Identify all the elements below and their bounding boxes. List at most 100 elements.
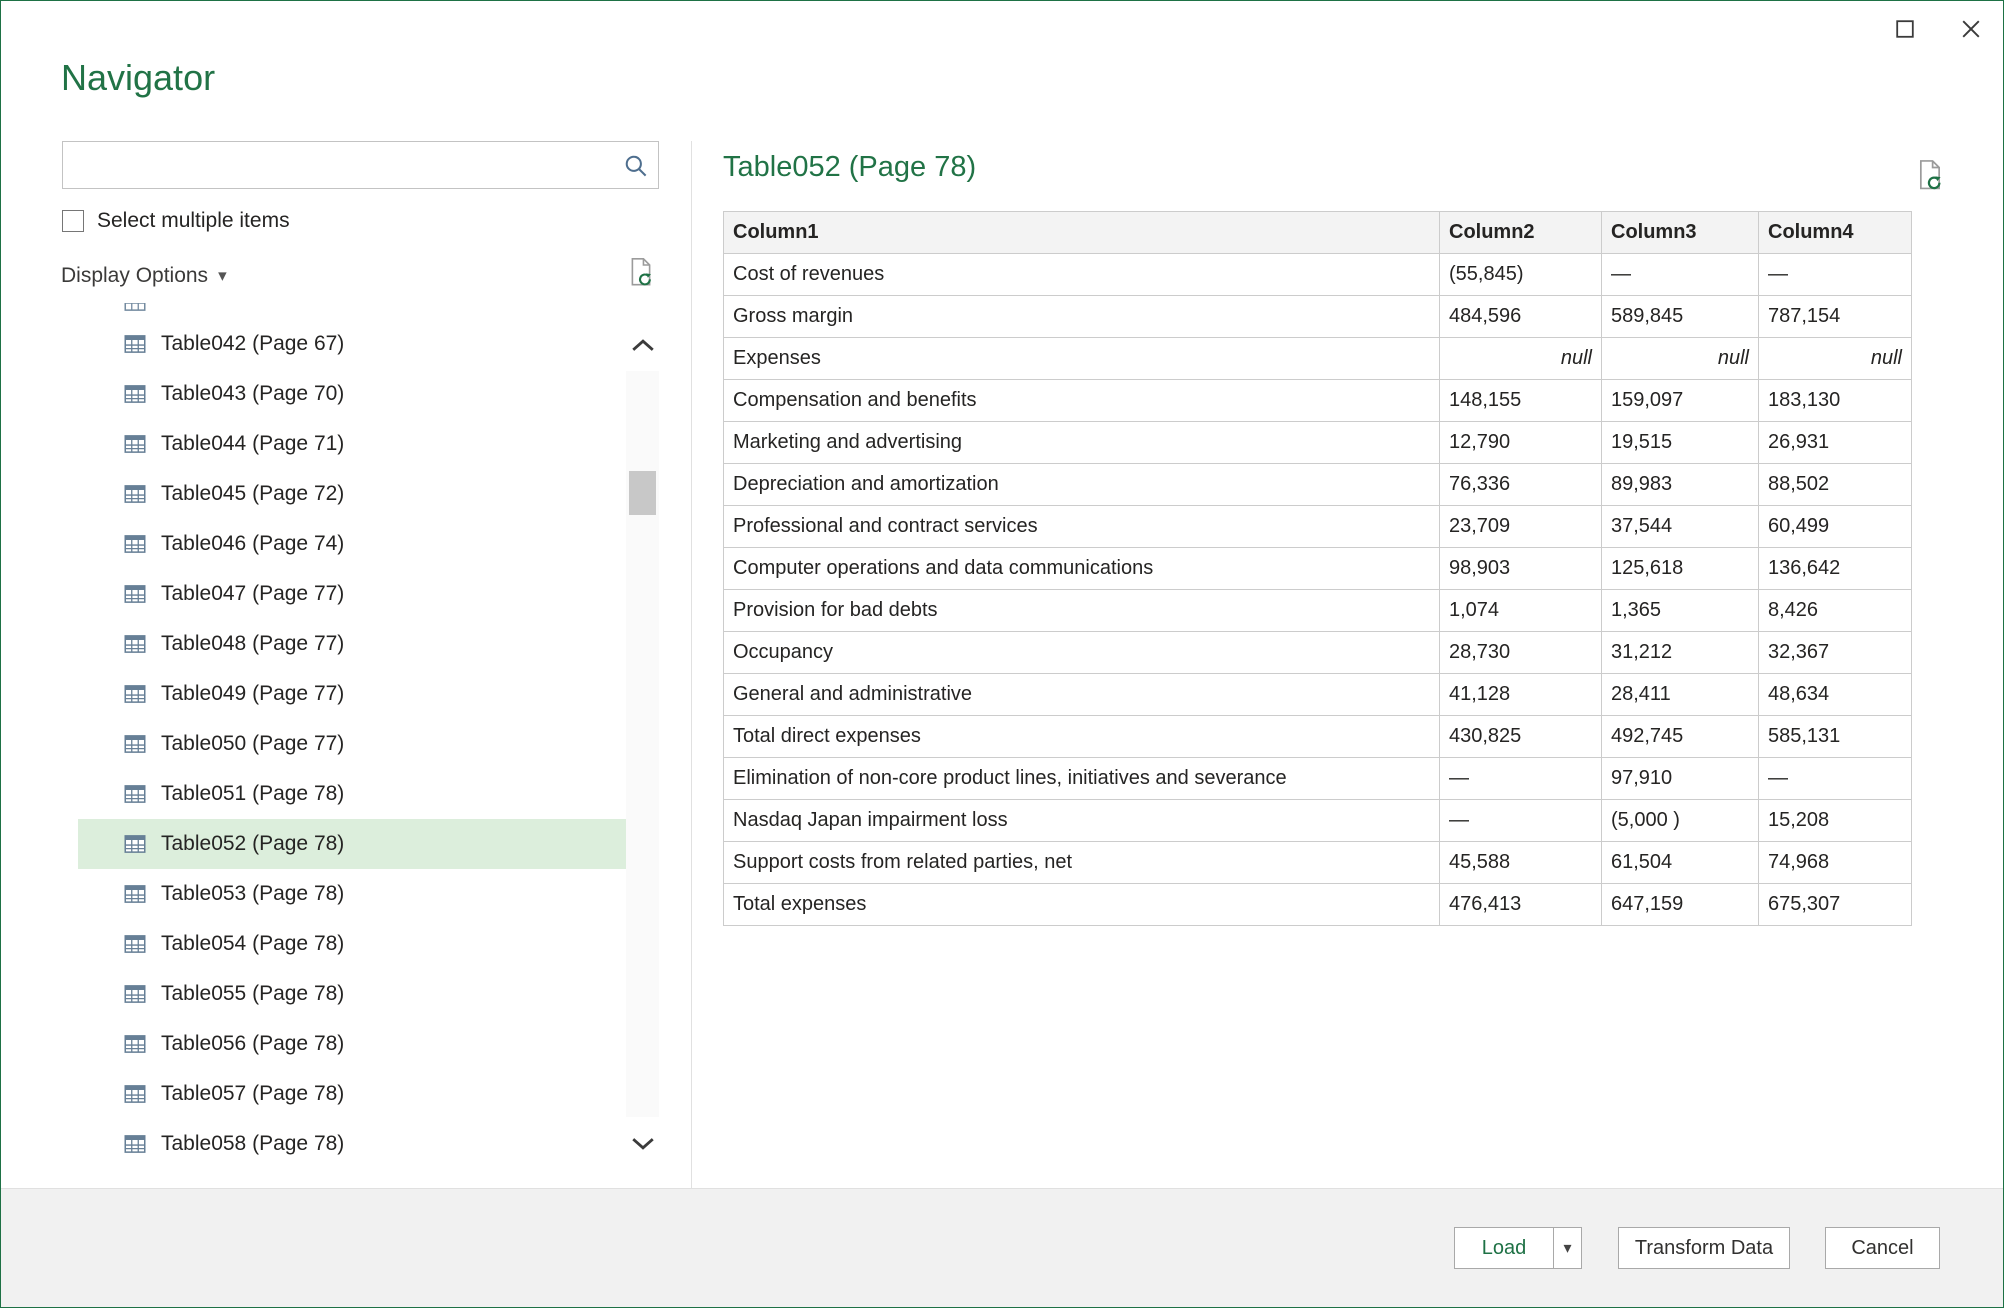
table-cell: 45,588 <box>1439 841 1602 884</box>
search-input[interactable] <box>63 142 612 188</box>
maximize-button[interactable] <box>1887 13 1923 49</box>
search-box <box>62 141 659 189</box>
table-cell: 589,845 <box>1601 295 1759 338</box>
table-cell: Provision for bad debts <box>723 589 1440 632</box>
scrollbar-thumb[interactable] <box>629 471 656 515</box>
list-item[interactable]: Table053 (Page 78) <box>78 869 626 919</box>
list-item-label: Table042 (Page 67) <box>161 332 345 355</box>
table-cell: Support costs from related parties, net <box>723 841 1440 884</box>
navigator-dialog: Navigator Select multiple items Display … <box>0 0 2004 1308</box>
table-cell: 26,931 <box>1758 421 1912 464</box>
list-item[interactable]: Table051 (Page 78) <box>78 769 626 819</box>
load-dropdown-button[interactable]: ▾ <box>1553 1227 1582 1269</box>
table-row: Provision for bad debts 1,074 1,365 8,426 <box>723 589 1912 632</box>
table-icon <box>122 1131 148 1157</box>
table-cell: null <box>1601 337 1759 380</box>
table-cell: 476,413 <box>1439 883 1602 926</box>
list-item[interactable]: Table045 (Page 72) <box>78 469 626 519</box>
list-item[interactable]: Table052 (Page 78) <box>78 819 626 869</box>
list-item-label: Table055 (Page 78) <box>161 982 345 1005</box>
list-item[interactable]: Table046 (Page 74) <box>78 519 626 569</box>
list-item[interactable]: Table044 (Page 71) <box>78 419 626 469</box>
chevron-down-icon[interactable]: ▾ <box>218 266 227 286</box>
table-cell: 48,634 <box>1758 673 1912 716</box>
table-list: Table042 (Page 67) Table043 (Page 70) Tabl… <box>78 319 626 1169</box>
table-icon <box>122 631 148 657</box>
table-cell: 8,426 <box>1758 589 1912 632</box>
table-row: Computer operations and data communicati… <box>723 547 1912 590</box>
list-item[interactable]: Table050 (Page 77) <box>78 719 626 769</box>
table-cell: Gross margin <box>723 295 1440 338</box>
list-item[interactable]: Table055 (Page 78) <box>78 969 626 1019</box>
cancel-button[interactable]: Cancel <box>1825 1227 1940 1269</box>
table-row: Gross margin 484,596 589,845 787,154 <box>723 295 1912 338</box>
table-cell: 15,208 <box>1758 799 1912 842</box>
table-cell: (5,000 ) <box>1601 799 1759 842</box>
list-item-label: Table053 (Page 78) <box>161 882 345 905</box>
list-item-label: Table043 (Page 70) <box>161 382 345 405</box>
table-cell: 484,596 <box>1439 295 1602 338</box>
table-cell: (55,845) <box>1439 253 1602 296</box>
table-cell: Nasdaq Japan impairment loss <box>723 799 1440 842</box>
list-item[interactable]: Table048 (Page 77) <box>78 619 626 669</box>
refresh-preview-icon[interactable] <box>1915 159 1945 198</box>
table-cell: Total direct expenses <box>723 715 1440 758</box>
table-cell: 183,130 <box>1758 379 1912 422</box>
page-title: Navigator <box>61 57 216 98</box>
column-header: Column1 <box>723 211 1440 254</box>
select-multiple-label: Select multiple items <box>97 209 290 232</box>
table-row: Depreciation and amortization 76,336 89,98… <box>723 463 1912 506</box>
table-cell: 19,515 <box>1601 421 1759 464</box>
list-item-label: Table056 (Page 78) <box>161 1032 345 1055</box>
table-icon-partial <box>122 303 148 317</box>
table-cell: 32,367 <box>1758 631 1912 674</box>
table-cell: Professional and contract services <box>723 505 1440 548</box>
table-cell: Elimination of non-core product lines, i… <box>723 757 1440 800</box>
load-button[interactable]: Load <box>1454 1227 1554 1269</box>
table-cell: 60,499 <box>1758 505 1912 548</box>
table-cell: Total expenses <box>723 883 1440 926</box>
scroll-down-button[interactable] <box>626 1117 659 1169</box>
list-item-label: Table054 (Page 78) <box>161 932 345 955</box>
table-row: General and administrative 41,128 28,411 48… <box>723 673 1912 716</box>
table-icon <box>122 1081 148 1107</box>
list-item[interactable]: Table057 (Page 78) <box>78 1069 626 1119</box>
list-item[interactable]: Table047 (Page 77) <box>78 569 626 619</box>
refresh-list-icon[interactable] <box>627 257 655 294</box>
table-cell: 125,618 <box>1601 547 1759 590</box>
list-item[interactable]: Table056 (Page 78) <box>78 1019 626 1069</box>
table-cell: Computer operations and data communicati… <box>723 547 1440 590</box>
table-cell: 585,131 <box>1758 715 1912 758</box>
maximize-icon <box>1893 17 1917 46</box>
table-cell: Depreciation and amortization <box>723 463 1440 506</box>
table-icon <box>122 681 148 707</box>
list-item[interactable]: Table054 (Page 78) <box>78 919 626 969</box>
table-icon <box>122 981 148 1007</box>
search-icon[interactable] <box>612 152 658 179</box>
table-cell: 1,365 <box>1601 589 1759 632</box>
table-icon <box>122 781 148 807</box>
table-cell: — <box>1439 757 1602 800</box>
table-row: Expenses null null null <box>723 337 1912 380</box>
table-row: Compensation and benefits 148,155 159,097 1… <box>723 379 1912 422</box>
table-row: Support costs from related parties, net 4… <box>723 841 1912 884</box>
display-options-dropdown[interactable]: Display Options <box>61 264 208 288</box>
list-item[interactable]: Table049 (Page 77) <box>78 669 626 719</box>
preview-table: Column1 Column2 Column3 Column4 Cost of rev… <box>723 211 1912 926</box>
table-icon <box>122 731 148 757</box>
list-item[interactable]: Table042 (Page 67) <box>78 319 626 369</box>
column-header: Column3 <box>1601 211 1759 254</box>
table-cell: 12,790 <box>1439 421 1602 464</box>
table-cell: 89,983 <box>1601 463 1759 506</box>
table-cell: 136,642 <box>1758 547 1912 590</box>
table-icon <box>122 581 148 607</box>
list-item-label: Table057 (Page 78) <box>161 1082 345 1105</box>
scroll-up-button[interactable] <box>626 319 659 371</box>
list-item[interactable]: Table058 (Page 78) <box>78 1119 626 1169</box>
table-row: Nasdaq Japan impairment loss — (5,000 ) 15,… <box>723 799 1912 842</box>
list-item[interactable]: Table043 (Page 70) <box>78 369 626 419</box>
scrollbar[interactable] <box>626 319 659 1169</box>
transform-data-button[interactable]: Transform Data <box>1618 1227 1790 1269</box>
select-multiple-checkbox[interactable] <box>62 210 84 232</box>
close-button[interactable] <box>1953 13 1989 49</box>
